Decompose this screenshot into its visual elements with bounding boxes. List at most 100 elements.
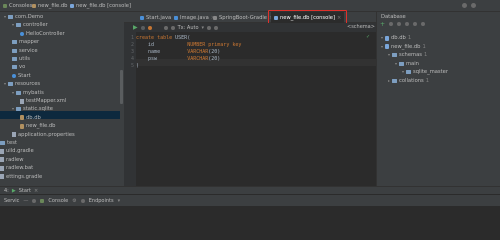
database-icon — [385, 44, 389, 49]
project-tree-item[interactable]: utils — [12, 56, 30, 62]
project-tree-item[interactable]: uild.gradle — [0, 148, 34, 154]
code-token: id — [136, 41, 188, 48]
console-tool-tab[interactable]: Console — [48, 198, 68, 204]
console-icon — [3, 4, 7, 8]
settings-icon[interactable]: ⚙ — [72, 198, 76, 204]
folder-icon — [0, 141, 5, 145]
project-tree-item[interactable]: application.properties — [12, 132, 75, 138]
project-tree-item-label: controller — [23, 22, 48, 29]
project-tree-item[interactable]: mapper — [12, 39, 39, 45]
bottom-toolbar: Servic — Console ⚙ Endpoints ▾ — [0, 194, 500, 206]
table-icon[interactable] — [214, 25, 219, 30]
file-icon — [174, 15, 178, 20]
item-count: 1 — [425, 77, 430, 84]
database-tree-item[interactable]: db.db 1 — [381, 35, 411, 41]
code-token: (20) — [208, 55, 221, 62]
project-tree-item[interactable]: ettings.gradle — [0, 174, 42, 180]
code-token: create table — [136, 34, 176, 41]
folder-icon — [12, 57, 17, 61]
code-line: 3 name VARCHAR (20) — [126, 48, 220, 55]
editor-tab-label: SpringBoot-Gradle — [219, 14, 268, 21]
minimize-icon[interactable]: — — [23, 198, 28, 204]
folder-icon — [399, 61, 404, 66]
project-tree-item[interactable]: testMapper.xml — [20, 98, 66, 104]
stop-icon[interactable] — [405, 22, 410, 26]
project-tree-item[interactable]: Start — [12, 73, 31, 79]
chevron-down-icon[interactable] — [388, 54, 390, 56]
filter-icon[interactable] — [421, 22, 426, 26]
project-tree-item[interactable]: radlew.bat — [0, 165, 33, 171]
chevron-down-icon[interactable] — [12, 24, 14, 27]
database-tree-item[interactable]: new_file.db 1 — [381, 44, 426, 50]
chevron-right-icon[interactable] — [388, 79, 390, 82]
chevron-down-icon[interactable] — [395, 62, 397, 65]
chevron-down-icon[interactable] — [381, 37, 383, 39]
database-tree-item[interactable]: collations 1 — [388, 78, 429, 84]
database-file-icon — [20, 115, 24, 121]
database-tree-item[interactable]: schemas 1 — [388, 52, 427, 58]
chevron-down-icon[interactable] — [402, 71, 404, 73]
tab-new-file-console[interactable]: new_file.db [console] — [67, 0, 134, 12]
project-scrollbar[interactable] — [120, 70, 123, 104]
code-editor[interactable]: 1 create table USER(2 id NUMBER primary k… — [126, 32, 366, 82]
table-icon[interactable] — [413, 22, 418, 26]
add-icon[interactable]: + — [380, 22, 385, 28]
stop-icon[interactable] — [207, 25, 212, 30]
database-tree-item-label: new_file.db — [391, 43, 421, 50]
schema-selector[interactable]: <schema> — [347, 24, 375, 30]
layout-icon[interactable] — [32, 198, 37, 203]
minimize-icon[interactable] — [471, 3, 476, 8]
chevron-down-icon[interactable] — [381, 45, 383, 48]
history-icon[interactable] — [140, 25, 145, 30]
project-tree-item-label: service — [19, 47, 38, 54]
project-tree-item[interactable]: controller — [12, 22, 48, 28]
item-count: 1 — [407, 35, 412, 41]
run-icon[interactable]: ▶ — [133, 24, 138, 31]
project-tree-item[interactable]: db.db — [20, 115, 41, 121]
file-icon — [0, 165, 4, 171]
chevron-down-icon[interactable] — [4, 83, 6, 86]
database-tree-item[interactable]: main — [395, 61, 419, 67]
project-tree-item[interactable]: vo — [12, 64, 25, 70]
project-tree-item[interactable]: com.Demo — [4, 14, 43, 20]
project-tree-item-label: Start — [18, 72, 31, 79]
chevron-down-icon[interactable] — [12, 108, 14, 111]
code-token: name — [136, 48, 188, 55]
folder-icon — [16, 23, 21, 28]
commit-icon[interactable] — [163, 25, 168, 30]
project-tree-item[interactable]: resources — [4, 81, 40, 87]
project-tree-item-label: ettings.gradle — [6, 173, 43, 180]
project-tree-item-label: testMapper.xml — [26, 98, 67, 104]
project-tree-item[interactable]: static.sqlite — [12, 106, 53, 112]
project-tree-item[interactable]: test — [0, 140, 17, 146]
properties-icon[interactable] — [397, 22, 402, 26]
chevron-down-icon[interactable] — [12, 91, 14, 94]
console-icon — [40, 198, 45, 203]
endpoints-tool-tab[interactable]: Endpoints — [89, 198, 114, 204]
code-token: NUMBER primary key — [187, 41, 242, 48]
project-tree-item[interactable]: new_file.db — [20, 123, 55, 129]
rollback-icon[interactable] — [170, 25, 175, 30]
run-tab-start[interactable]: Start — [19, 188, 31, 194]
code-token: VARCHAR — [187, 48, 209, 55]
project-tree-item-label: HelloController — [26, 30, 65, 37]
file-icon — [0, 174, 4, 180]
editor-tab[interactable]: SpringBoot-Gradle× — [210, 12, 276, 23]
refresh-icon[interactable] — [389, 22, 394, 26]
folder-icon — [12, 40, 17, 45]
database-tree-item[interactable]: sqlite_master — [402, 69, 448, 75]
tab-new-file-db[interactable]: new_file.db — [29, 0, 70, 12]
project-tree-item[interactable]: service — [12, 48, 38, 54]
line-number: 4 — [130, 55, 134, 62]
project-tree-item[interactable]: HelloController — [20, 31, 65, 37]
settings-icon[interactable] — [147, 25, 152, 30]
project-tree-item-label: uild.gradle — [6, 148, 34, 155]
gear-icon[interactable] — [462, 3, 467, 8]
close-icon[interactable]: × — [34, 188, 38, 194]
code-token: (20) — [208, 48, 221, 55]
project-tree-item[interactable]: mybatis — [12, 90, 44, 96]
chevron-down-icon[interactable] — [4, 16, 6, 18]
transaction-mode-dropdown[interactable]: Tx: Auto — [178, 25, 199, 31]
console-file-icon — [70, 4, 74, 8]
project-tree-item[interactable]: radlew — [0, 157, 23, 163]
